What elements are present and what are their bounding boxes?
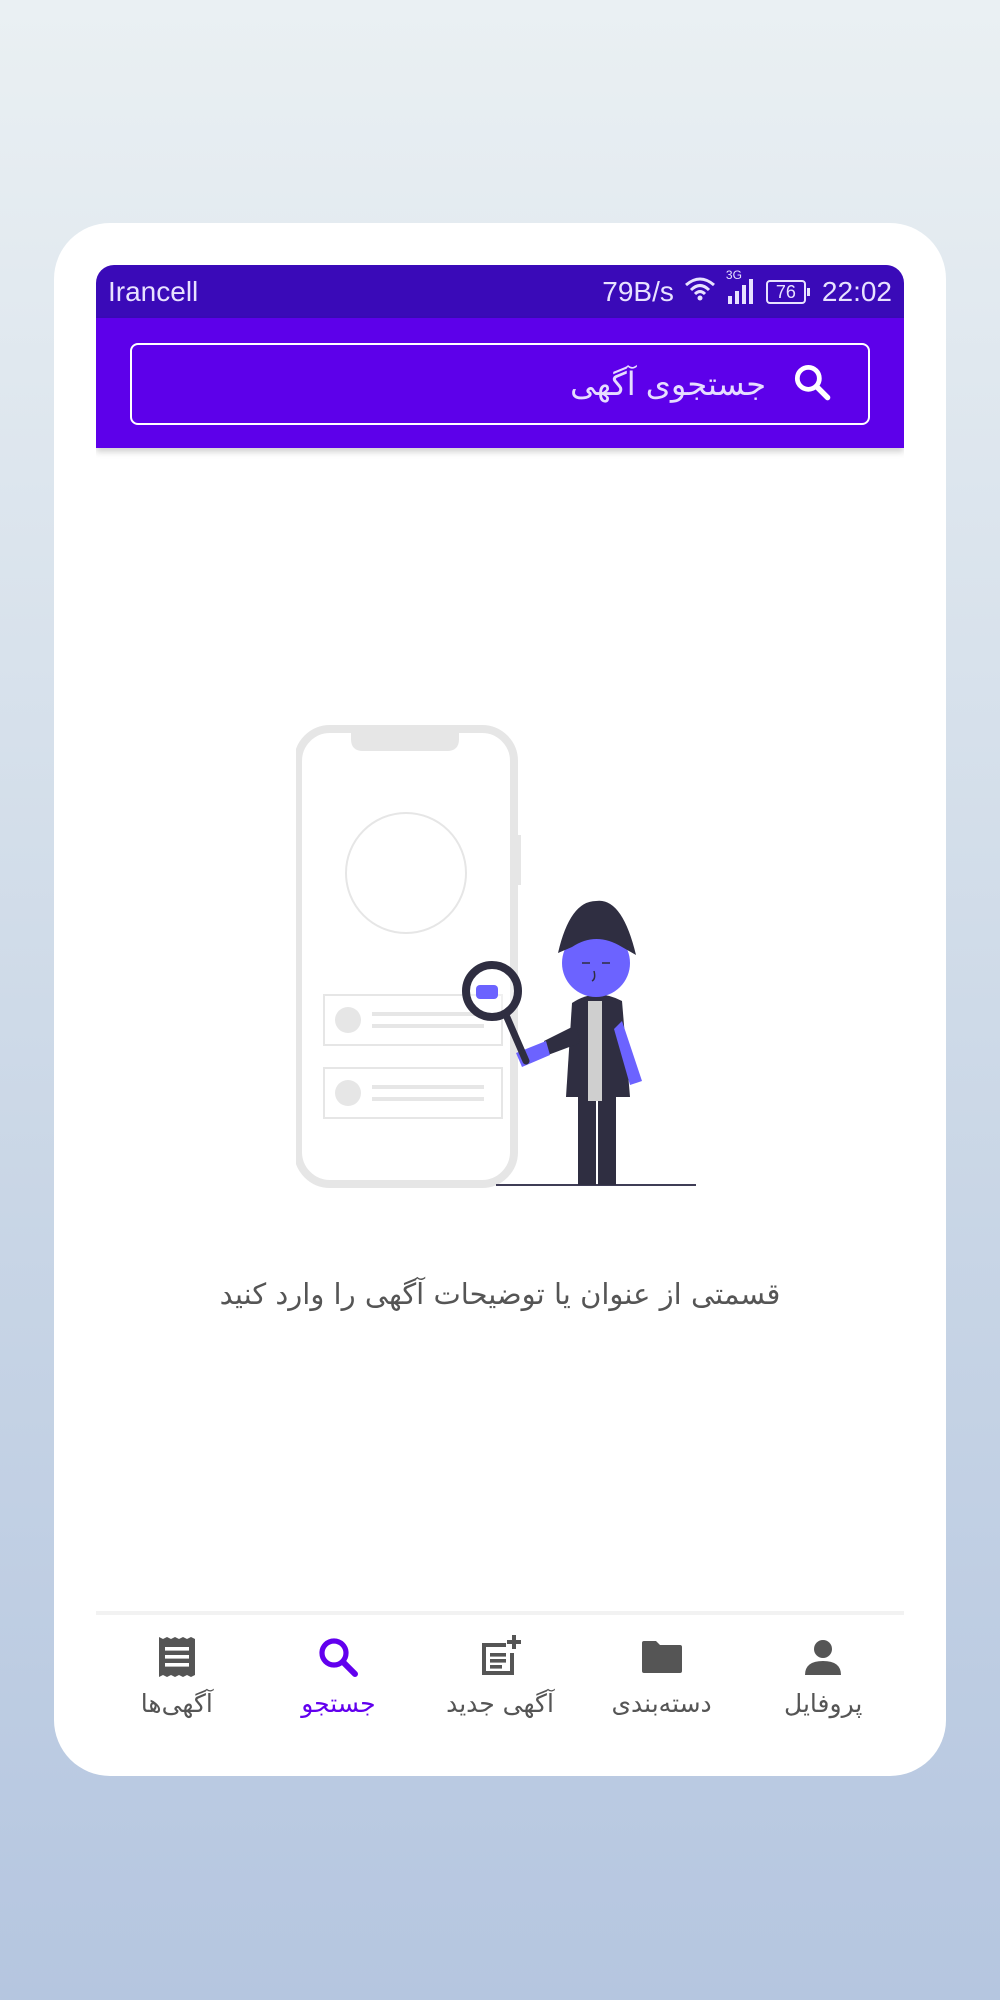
search-placeholder: جستجوی آگهی	[570, 365, 766, 403]
nav-label-profile: پروفایل	[784, 1688, 863, 1718]
battery-icon: 76	[765, 279, 810, 304]
app-screen: Irancell 79B/s 3G 76 22:02 جستجوی آگهی ق…	[96, 265, 904, 1735]
search-icon	[314, 1633, 362, 1681]
nav-item-search[interactable]: جستجو	[258, 1615, 420, 1735]
nav-item-categories[interactable]: دسته‌بندی	[581, 1615, 743, 1735]
search-input[interactable]: جستجوی آگهی	[130, 343, 870, 425]
network-speed: 79B/s	[602, 275, 674, 307]
nav-item-new-ad[interactable]: آگهی جدید	[419, 1615, 581, 1735]
nav-label-categories: دسته‌بندی	[611, 1688, 712, 1718]
nav-item-profile[interactable]: پروفایل	[742, 1615, 904, 1735]
bottom-navigation: آگهی‌ها جستجو	[96, 1615, 904, 1735]
wifi-icon	[684, 276, 716, 308]
new-post-icon	[476, 1633, 524, 1681]
folder-icon	[638, 1633, 686, 1681]
status-bar: Irancell 79B/s 3G 76 22:02	[96, 265, 904, 318]
battery-level: 76	[775, 281, 796, 302]
clock: 22:02	[821, 275, 892, 307]
list-icon	[153, 1633, 201, 1681]
search-icon[interactable]	[790, 360, 834, 408]
network-type: 3G	[725, 267, 742, 282]
nav-label-ads: آگهی‌ها	[140, 1688, 213, 1718]
signal-icon: 3G	[726, 268, 756, 306]
device-frame: Irancell 79B/s 3G 76 22:02 جستجوی آگهی ق…	[54, 223, 946, 1776]
person-icon	[799, 1633, 847, 1681]
empty-state-illustration	[294, 725, 716, 1195]
nav-item-ads[interactable]: آگهی‌ها	[96, 1615, 258, 1735]
nav-label-new-ad: آگهی جدید	[446, 1688, 554, 1718]
carrier-name: Irancell	[108, 275, 199, 307]
nav-label-search: جستجو	[301, 1688, 376, 1718]
app-bar: جستجوی آگهی	[96, 318, 904, 448]
empty-state-hint: قسمتی از عنوان یا توضیحات آگهی را وارد ک…	[219, 1277, 781, 1311]
status-indicators: 79B/s 3G 76 22:02	[602, 268, 892, 308]
